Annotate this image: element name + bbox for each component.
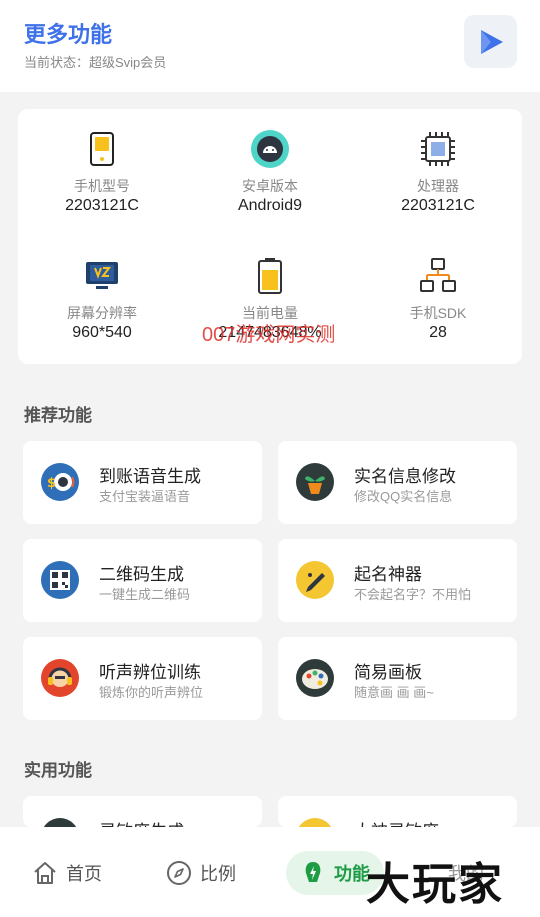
feature-realname-edit[interactable]: 实名信息修改 修改QQ实名信息 [278,441,517,524]
feature-sensitivity-generate[interactable]: 灵敏度生成 [23,796,262,827]
membership-status: 当前状态：超级Svip会员 [24,55,167,70]
feature-sound-training[interactable]: 听声辨位训练 锻炼你的听声辨位 [23,637,262,720]
palette-icon [296,659,334,697]
pen-icon [296,561,334,599]
qr-code-icon [41,561,79,599]
home-icon [34,862,56,884]
svg-text:$: $ [47,476,56,491]
android-version: 安卓版本 Android9 [186,109,354,229]
page-title: 更多功能 [24,22,113,47]
phone-sdk: 手机SDK 28 [354,236,522,356]
sensitivity-icon [43,818,77,827]
tab-ratio[interactable]: 比例 [166,851,236,895]
device-model: 手机型号 2203121C [18,109,186,229]
header: 更多功能 当前状态：超级Svip会员 [0,0,540,92]
play-button[interactable] [464,15,517,68]
feature-qr-generate[interactable]: 二维码生成 一键生成二维码 [23,539,262,622]
feature-pro-sensitivity[interactable]: 大神灵敏度 [278,796,517,827]
brand-watermark: 大玩家 [366,859,504,910]
compass-icon [167,861,191,885]
network-tree-icon [420,258,456,292]
money-sound-icon: $ [41,463,79,501]
battery-icon [258,258,282,294]
section-title-practical: 实用功能 [24,761,92,780]
lightning-icon [305,862,321,882]
chip-icon [421,132,455,166]
feature-drawing-board[interactable]: 简易画板 随意画 画 画~ [278,637,517,720]
headphones-icon [41,659,79,697]
plant-pot-icon [296,463,334,501]
play-icon [480,29,503,54]
phone-icon [90,132,114,166]
test-watermark: 007游戏网实测 [202,324,336,346]
pro-sensitivity-icon [298,818,332,827]
feature-payment-voice[interactable]: $ 到账语音生成 支付宝装逼语音 [23,441,262,524]
screen-resolution: 屏幕分辨率 960*540 [18,236,186,356]
monitor-icon [86,262,118,289]
tab-home[interactable]: 首页 [32,851,102,895]
android-icon [251,130,289,168]
section-title-recommended: 推荐功能 [24,406,92,425]
feature-name-generator[interactable]: 起名神器 不会起名字？不用怕 [278,539,517,622]
processor: 处理器 2203121C [354,109,522,229]
